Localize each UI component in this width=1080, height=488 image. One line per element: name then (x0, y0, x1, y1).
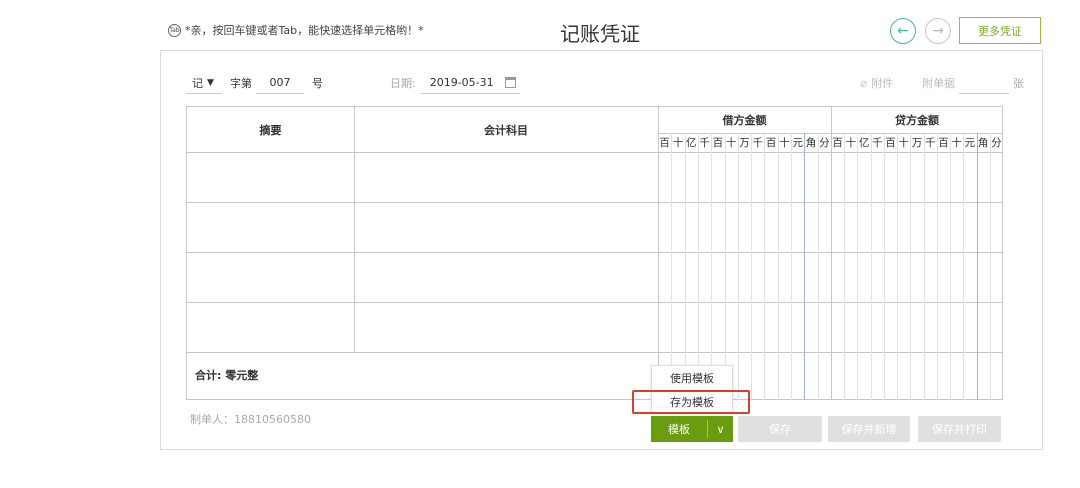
debit-unit-11: 角 (805, 136, 817, 149)
header-debit: 借方金额 (722, 114, 767, 127)
credit-unit-8: 百 (938, 136, 949, 149)
caret-down-icon: ▼ (207, 77, 214, 88)
maker-info: 制单人：18810560580 (190, 413, 311, 426)
date-input[interactable]: 2019-05-31 (419, 72, 520, 94)
credit-unit-9: 十 (951, 136, 962, 149)
arrow-right-icon: → (932, 23, 944, 39)
page-title: 记账凭证 (560, 22, 640, 46)
highlight-annotation (632, 390, 750, 414)
voucher-meta: 记 ▼ 字第 007 号 (186, 72, 323, 94)
entry-row-3[interactable] (187, 253, 658, 302)
voucher-number-input[interactable]: 007 (256, 72, 304, 94)
credit-unit-2: 亿 (858, 136, 870, 149)
credit-unit-7: 千 (924, 136, 936, 149)
arrow-left-icon: ← (897, 23, 909, 39)
debit-unit-12: 分 (819, 136, 830, 149)
debit-unit-3: 千 (699, 136, 710, 149)
header-summary: 摘要 (259, 123, 282, 137)
number-suffix: 号 (312, 77, 323, 90)
prev-voucher-button[interactable]: ← (890, 18, 916, 44)
documents-area: 附单据 张 (922, 72, 1024, 94)
save-and-new-button[interactable]: 保存并新增 (828, 416, 910, 442)
credit-unit-4: 百 (885, 136, 896, 149)
debit-unit-7: 千 (752, 136, 764, 149)
credit-unit-6: 万 (911, 136, 923, 149)
entry-row-4[interactable] (187, 303, 658, 352)
save-and-print-button[interactable]: 保存并打印 (918, 416, 1001, 442)
credit-unit-5: 十 (898, 136, 910, 149)
credit-unit-3: 千 (872, 136, 883, 149)
debit-unit-10: 元 (792, 136, 803, 149)
debit-unit-0: 百 (659, 136, 670, 149)
template-button-label: 模板 (668, 423, 690, 436)
hint-message: Tab *亲，按回车键或者Tab，能快速选择单元格哟！* (168, 22, 424, 38)
entry-row-1[interactable] (187, 153, 658, 202)
debit-unit-6: 万 (739, 136, 750, 149)
word-label: 字第 (230, 77, 252, 90)
debit-unit-9: 十 (779, 136, 790, 149)
debit-unit-2: 亿 (686, 136, 697, 149)
credit-unit-11: 角 (977, 136, 989, 149)
documents-unit: 张 (1013, 77, 1024, 90)
hint-text: *亲，按回车键或者Tab，能快速选择单元格哟！* (185, 24, 424, 37)
next-voucher-button[interactable]: → (925, 18, 951, 44)
documents-count-input[interactable] (959, 72, 1009, 94)
credit-unit-12: 分 (991, 136, 1002, 149)
debit-unit-8: 百 (765, 136, 777, 149)
keyboard-icon: Tab (168, 23, 181, 37)
attachment-link[interactable]: ⌀ 附件 (860, 72, 893, 94)
credit-unit-10: 元 (964, 136, 976, 149)
voucher-type-select[interactable]: 记 ▼ (186, 72, 222, 94)
header-account: 会计科目 (484, 123, 528, 137)
documents-label: 附单据 (922, 77, 955, 90)
header-credit: 贷方金额 (895, 114, 939, 127)
calendar-icon[interactable] (504, 77, 516, 88)
entry-row-2[interactable] (187, 203, 658, 252)
template-button[interactable]: 模板 ∨ (651, 416, 733, 442)
date-value: 2019-05-31 (429, 76, 494, 89)
total-amount: 合计: 零元整 (195, 369, 259, 382)
date-area: 日期: 2019-05-31 (390, 72, 520, 94)
chevron-down-icon[interactable]: ∨ (708, 423, 733, 436)
debit-unit-5: 十 (725, 136, 737, 149)
debit-unit-4: 百 (712, 136, 724, 149)
voucher-table: 摘要 会计科目 借方金额 贷方金额 合计: 零元整 百十亿千百十万千百十元角分百… (186, 106, 1003, 400)
debit-unit-1: 十 (672, 136, 684, 149)
date-label: 日期: (390, 77, 416, 90)
voucher-type-value: 记 (192, 76, 203, 90)
use-template-item[interactable]: 使用模板 (652, 366, 732, 390)
paperclip-icon: ⌀ (860, 76, 868, 90)
more-vouchers-button[interactable]: 更多凭证 (959, 17, 1041, 44)
credit-unit-0: 百 (832, 136, 843, 149)
attachment-label: 附件 (871, 77, 894, 90)
credit-unit-1: 十 (845, 136, 857, 149)
save-button[interactable]: 保存 (738, 416, 822, 442)
